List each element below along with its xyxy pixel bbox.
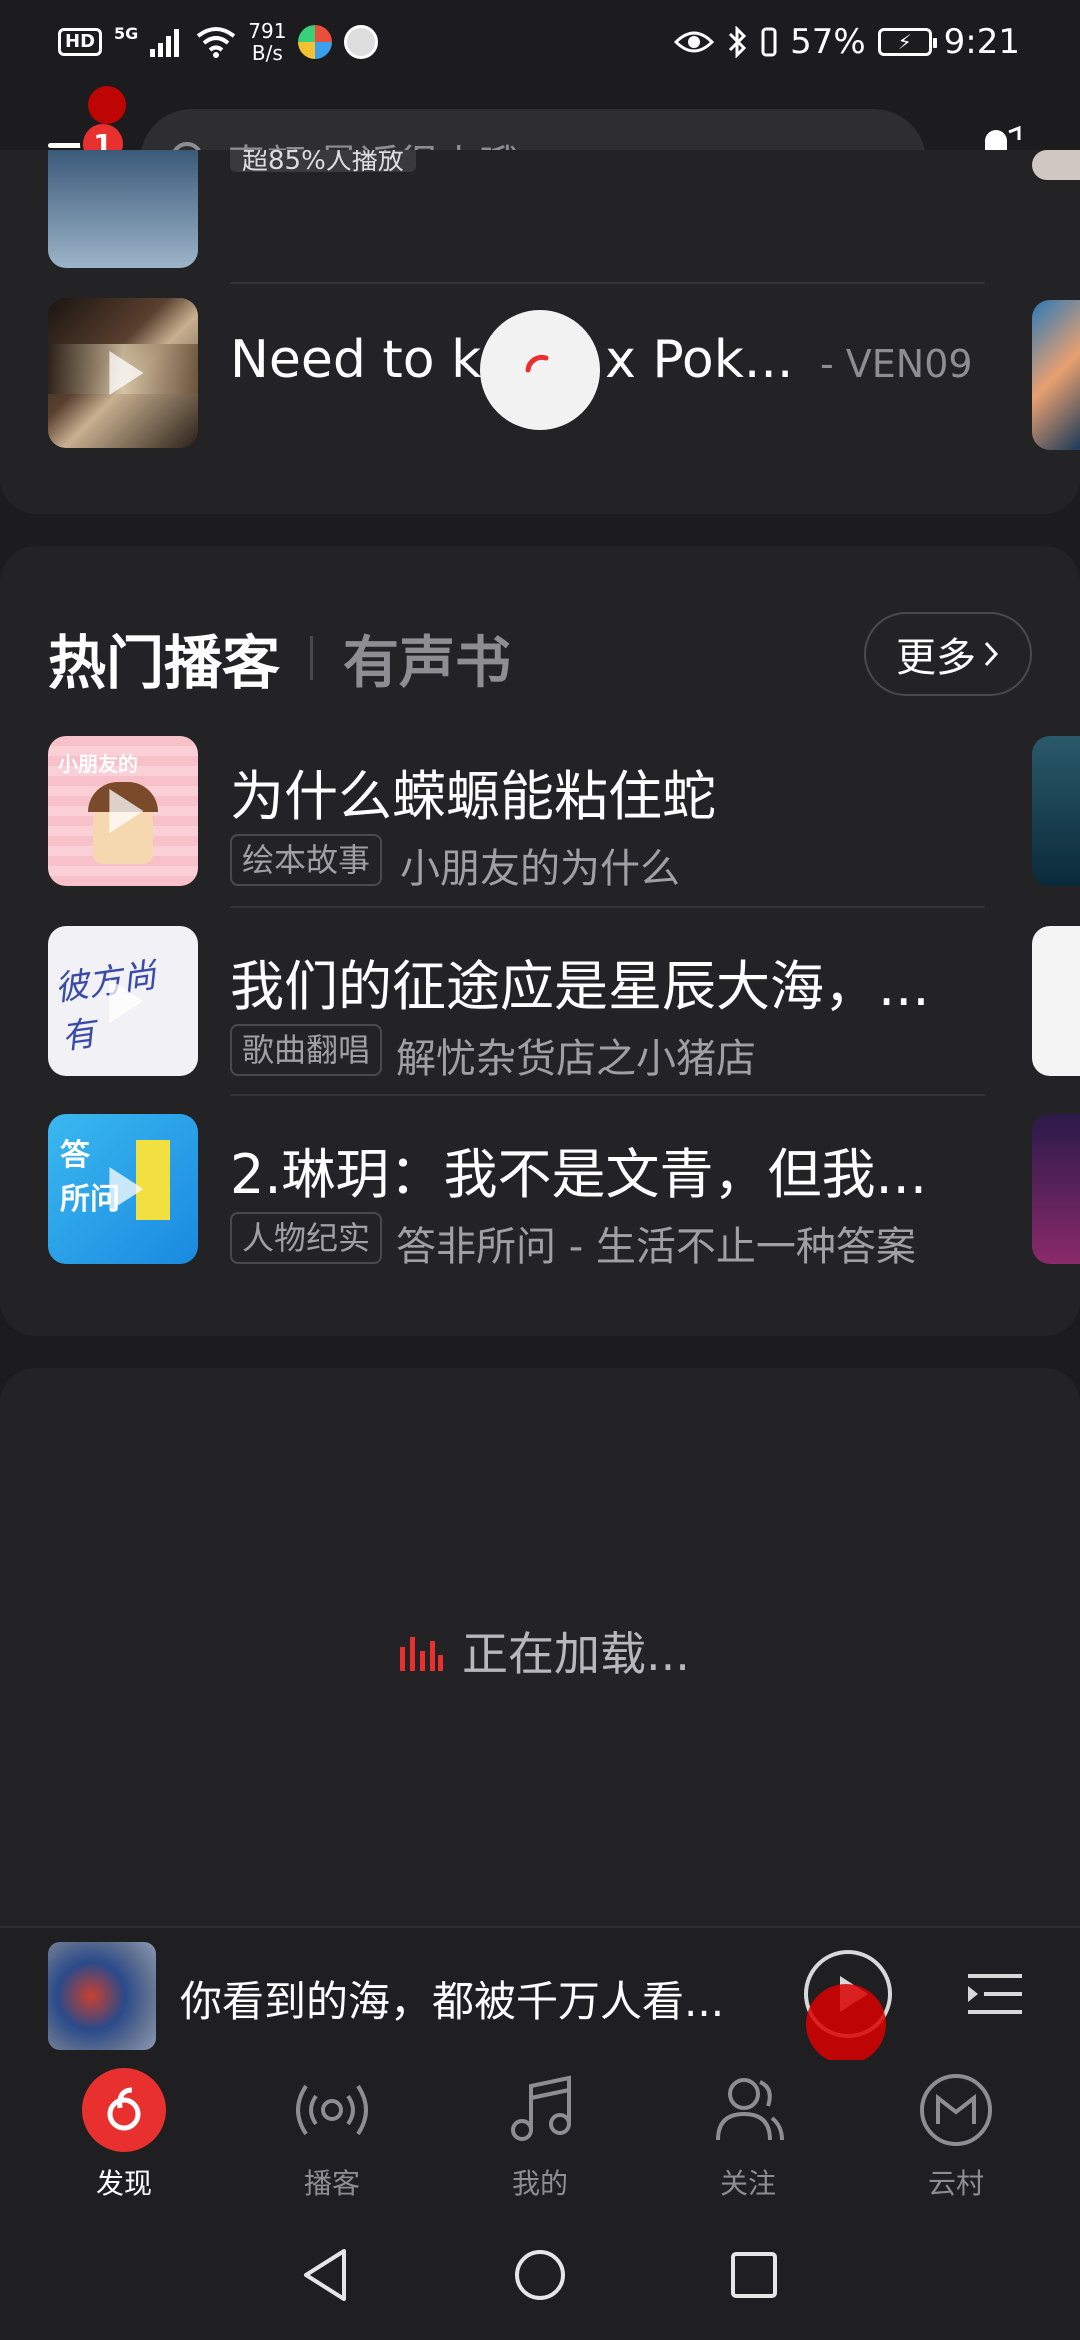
loading-card: 正在加载... xyxy=(0,1368,1080,1928)
hot-podcast-card: 热门播客 有声书 更多 小朋友的 为什么蝾螈能粘住蛇 绘本故事 小朋友的为什么 … xyxy=(0,546,1080,1336)
basketball-app-icon xyxy=(344,25,379,59)
next-column-peek[interactable] xyxy=(1032,736,1080,886)
touch-indicator xyxy=(88,86,126,124)
touch-indicator xyxy=(806,1984,886,2064)
nav-label: 播客 xyxy=(303,2167,360,2200)
nav-item-podcast[interactable]: 播客 xyxy=(242,2068,422,2202)
next-column-peek[interactable] xyxy=(1032,150,1080,180)
play-icon xyxy=(109,1167,144,1211)
podcast-thumbnail[interactable]: 彼方尚有 xyxy=(48,926,198,1076)
loading-indicator: 正在加载... xyxy=(398,1618,690,1684)
podcast-thumbnail[interactable]: 小朋友的 xyxy=(48,736,198,886)
podcast-title: 2.琳玥：我不是文青，但我... xyxy=(230,1143,928,1206)
now-playing-cover[interactable] xyxy=(48,1942,156,2050)
bottom-navigation: 发现 播客 我的 关注 云村 xyxy=(0,2060,1080,2210)
hd-badge: HD xyxy=(58,28,103,56)
next-column-peek[interactable] xyxy=(1032,1114,1080,1264)
people-icon xyxy=(716,2078,784,2141)
podcast-subtitle: 解忧杂货店之小猪店 xyxy=(396,1036,756,1082)
bluetooth-icon xyxy=(729,26,747,58)
back-icon[interactable] xyxy=(300,2247,352,2303)
nav-item-cloud-village[interactable]: 云村 xyxy=(866,2068,1046,2202)
podcast-thumb-text: 小朋友的 xyxy=(58,752,138,776)
network-speed: 791 B/s xyxy=(248,20,286,64)
tab-separator xyxy=(310,636,314,680)
network-type: 5G xyxy=(114,23,139,43)
speed-unit: B/s xyxy=(251,41,283,65)
song-tag: 超85%人播放 xyxy=(230,150,416,172)
vibrate-icon xyxy=(761,27,777,57)
podcast-thumbnail[interactable]: 答所问 xyxy=(48,1114,198,1264)
cloud-village-icon xyxy=(920,2074,992,2146)
now-playing-title: 你看到的海，都被千万人看... xyxy=(180,1977,725,2026)
play-icon xyxy=(109,979,144,1023)
loading-text: 正在加载... xyxy=(462,1627,690,1681)
clock: 9:21 xyxy=(943,22,1020,62)
signal-icon xyxy=(150,29,180,57)
divider xyxy=(230,282,985,284)
battery-charging-icon: ⚡ xyxy=(877,28,937,56)
section-tabs: 热门播客 有声书 xyxy=(48,616,511,700)
nav-item-discover[interactable]: 发现 xyxy=(34,2068,214,2202)
system-navigation-bar xyxy=(0,2210,1080,2340)
chevron-right-icon xyxy=(984,641,999,667)
wifi-icon xyxy=(197,27,236,58)
refresh-spinner xyxy=(480,310,600,430)
recents-icon[interactable] xyxy=(728,2249,780,2301)
equalizer-icon xyxy=(400,1637,443,1671)
battery-percent: 57% xyxy=(790,22,866,62)
podcast-category-tag: 绘本故事 xyxy=(230,834,383,886)
more-button[interactable]: 更多 xyxy=(864,612,1032,696)
app-notification-icon xyxy=(298,25,333,59)
nav-label: 关注 xyxy=(719,2167,776,2200)
podcast-title: 我们的征途应是星辰大海，... xyxy=(230,955,930,1018)
netease-logo-icon xyxy=(82,2068,166,2152)
more-label: 更多 xyxy=(896,635,976,681)
tab-audiobook[interactable]: 有声书 xyxy=(343,618,511,699)
divider xyxy=(230,906,985,908)
podcast-subtitle: 小朋友的为什么 xyxy=(400,846,680,892)
nav-label: 我的 xyxy=(511,2167,568,2200)
mini-player[interactable]: 你看到的海，都被千万人看... xyxy=(0,1926,1080,2064)
nav-label: 发现 xyxy=(95,2167,152,2200)
nav-item-mine[interactable]: 我的 xyxy=(450,2068,630,2202)
song-artist: - VEN09 xyxy=(820,342,973,386)
divider xyxy=(230,1094,985,1096)
eye-icon xyxy=(674,31,715,53)
speed-value: 791 xyxy=(248,19,287,43)
next-column-peek[interactable] xyxy=(1032,300,1080,450)
podcast-icon xyxy=(296,2084,368,2136)
song-thumbnail[interactable] xyxy=(48,298,198,448)
podcast-category-tag: 人物纪实 xyxy=(230,1212,383,1264)
song-thumbnail[interactable] xyxy=(48,150,198,268)
podcast-row[interactable]: 彼方尚有 我们的征途应是星辰大海，... 歌曲翻唱 解忧杂货店之小猪店 xyxy=(48,926,1080,1082)
podcast-subtitle: 答非所问 - 生活不止一种答案 xyxy=(396,1224,916,1270)
podcast-title: 为什么蝾螈能粘住蛇 xyxy=(230,765,716,828)
netease-logo-svg xyxy=(107,2087,141,2131)
tab-hot-podcast[interactable]: 热门播客 xyxy=(48,616,280,700)
podcast-category-tag: 歌曲翻唱 xyxy=(230,1024,383,1076)
spinner-icon xyxy=(525,354,549,373)
song-tag-text: 超85%人播放 xyxy=(242,150,404,172)
play-icon xyxy=(109,789,144,833)
play-icon xyxy=(109,351,144,395)
podcast-row[interactable]: 答所问 2.琳玥：我不是文青，但我... 人物纪实 答非所问 - 生活不止一种答… xyxy=(48,1114,1080,1270)
home-icon[interactable] xyxy=(512,2247,568,2303)
status-bar-right: 57% ⚡ 9:21 xyxy=(674,22,1020,62)
playlist-icon[interactable] xyxy=(966,1964,1026,2024)
nav-label: 云村 xyxy=(927,2167,984,2200)
status-bar-left: HD 5G 791 B/s xyxy=(58,20,379,64)
next-column-peek[interactable] xyxy=(1032,926,1080,1076)
status-bar: HD 5G 791 B/s 57% ⚡ 9:21 xyxy=(0,0,1080,84)
podcast-row[interactable]: 小朋友的 为什么蝾螈能粘住蛇 绘本故事 小朋友的为什么 xyxy=(48,736,1080,892)
music-note-icon xyxy=(511,2075,571,2141)
nav-item-follow[interactable]: 关注 xyxy=(658,2068,838,2202)
